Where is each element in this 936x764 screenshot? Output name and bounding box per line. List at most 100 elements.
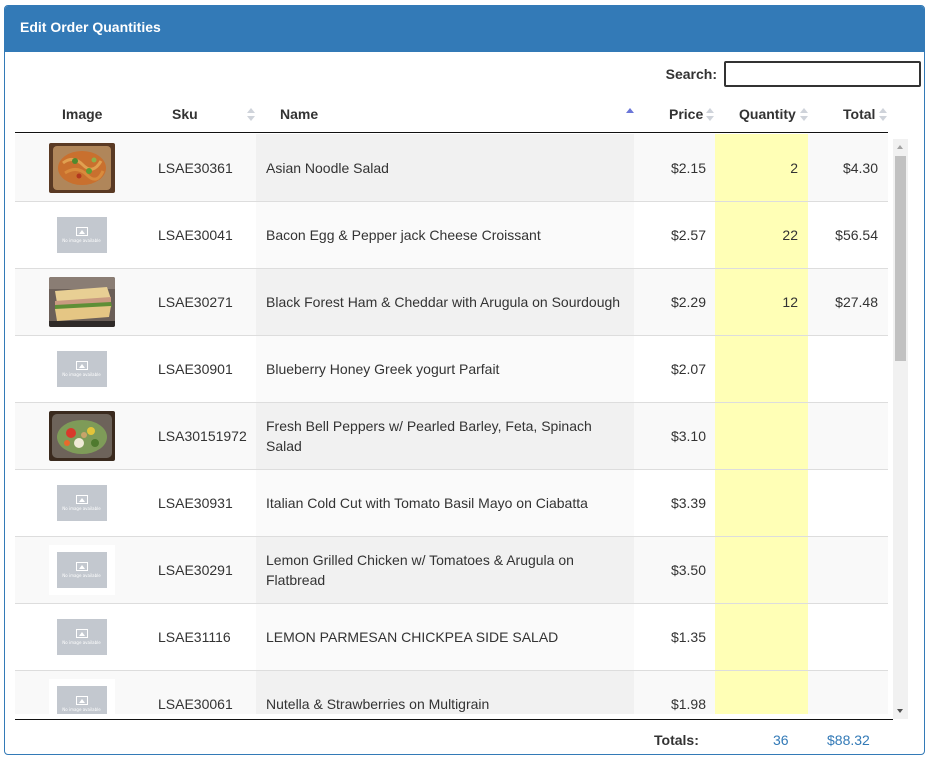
table-header: Image Sku Name Price Quantity Total [15, 95, 888, 133]
price-cell: $3.10 [670, 428, 706, 444]
panel-title: Edit Order Quantities [5, 6, 924, 52]
image-cell: No image available [15, 202, 148, 268]
quantity-cell[interactable]: 22 [715, 202, 808, 268]
name-cell: Nutella & Strawberries on Multigrain [256, 671, 634, 714]
name-cell: Italian Cold Cut with Tomato Basil Mayo … [256, 470, 634, 536]
no-image-placeholder: No image available [48, 679, 115, 714]
name-cell: Bacon Egg & Pepper jack Cheese Croissant [256, 202, 634, 268]
price-cell: $3.39 [670, 495, 706, 511]
image-placeholder-icon [75, 629, 88, 638]
no-image-text: No image available [62, 640, 101, 645]
search-bar: Search: [666, 61, 921, 87]
quantity-cell[interactable] [715, 336, 808, 402]
sku-cell: LSAE30061 [158, 696, 233, 712]
product-thumbnail [48, 277, 115, 327]
product-thumbnail [48, 142, 115, 193]
total-cell [808, 470, 888, 536]
scroll-down-arrow-icon[interactable] [897, 709, 903, 713]
image-placeholder-icon [75, 696, 88, 705]
price-sort-icon[interactable] [706, 108, 714, 122]
sku-sort-icon[interactable] [247, 108, 255, 122]
quantity-cell[interactable] [715, 537, 808, 603]
search-label: Search: [665, 66, 717, 82]
total-cell [808, 671, 888, 714]
sku-cell: LSAE31116 [158, 629, 231, 645]
image-cell [15, 269, 148, 335]
no-image-text: No image available [62, 238, 101, 243]
table-row: No image available LSAE30901 Blueberry Hon… [15, 335, 888, 402]
total-cell [808, 604, 888, 670]
image-cell [15, 134, 148, 201]
no-image-text: No image available [62, 506, 101, 511]
name-sort-ascending-icon[interactable] [626, 108, 634, 122]
scroll-up-arrow-icon[interactable] [897, 145, 903, 149]
column-header-quantity[interactable]: Quantity [739, 95, 796, 133]
price-cell: $2.15 [670, 159, 706, 176]
column-header-sku[interactable]: Sku [172, 95, 198, 133]
column-header-name[interactable]: Name [280, 95, 318, 133]
totals-amount: $88.32 [827, 732, 870, 748]
no-image-placeholder: No image available [48, 210, 115, 260]
scrollbar-thumb[interactable] [895, 156, 906, 361]
table-scrollbar[interactable] [893, 139, 908, 719]
quantity-sort-icon[interactable] [800, 108, 808, 122]
sku-cell: LSAE30361 [158, 159, 233, 176]
total-cell: $27.48 [835, 294, 878, 310]
quantity-cell[interactable]: 2 [715, 134, 808, 201]
sku-cell: LSAE30291 [158, 562, 233, 578]
total-cell [808, 336, 888, 402]
table-row: No image available LSAE30291 Lemon Grilled… [15, 536, 888, 603]
product-thumbnail [48, 411, 115, 461]
price-cell: $1.98 [670, 696, 706, 712]
table-row: No image available LSAE30041 Bacon Egg & P… [15, 201, 888, 268]
sku-cell: LSAE30041 [158, 227, 233, 243]
total-cell: $56.54 [835, 227, 878, 243]
image-cell: No image available [15, 671, 148, 714]
image-cell [15, 403, 148, 469]
table-row: LSAE30271 Black Forest Ham & Cheddar with… [15, 268, 888, 335]
name-cell: Lemon Grilled Chicken w/ Tomatoes & Arug… [256, 537, 634, 603]
totals-quantity: 36 [773, 732, 789, 748]
sku-cell: LSAE30271 [158, 294, 233, 310]
quantity-cell[interactable] [715, 470, 808, 536]
column-header-total[interactable]: Total [843, 95, 875, 133]
sku-cell: LSAE30931 [158, 495, 233, 511]
column-header-price[interactable]: Price [669, 95, 703, 133]
quantity-cell[interactable] [715, 403, 808, 469]
image-cell: No image available [15, 470, 148, 536]
price-cell: $2.07 [670, 361, 706, 377]
total-sort-icon[interactable] [879, 108, 887, 122]
image-cell: No image available [15, 604, 148, 670]
image-placeholder-icon [75, 562, 88, 571]
table-row: LSA30151972 Fresh Bell Peppers w/ Pearled… [15, 402, 888, 469]
name-cell: Fresh Bell Peppers w/ Pearled Barley, Fe… [256, 403, 634, 469]
image-placeholder-icon [75, 495, 88, 504]
sku-cell: LSA30151972 [158, 428, 247, 444]
table-footer-divider [15, 719, 893, 720]
table-row: No image available LSAE30931 Italian Cold … [15, 469, 888, 536]
image-cell: No image available [15, 336, 148, 402]
no-image-placeholder: No image available [48, 478, 115, 528]
no-image-placeholder: No image available [48, 612, 115, 662]
name-cell: Blueberry Honey Greek yogurt Parfait [256, 336, 634, 402]
quantity-cell[interactable] [715, 671, 808, 714]
image-placeholder-icon [75, 227, 88, 236]
image-cell: No image available [15, 537, 148, 603]
table-row: LSAE30361 Asian Noodle Salad $2.15 2 $4.30 [15, 134, 888, 201]
quantity-cell[interactable]: 12 [715, 269, 808, 335]
table-footer: Totals: 36 $88.32 [15, 727, 888, 753]
column-header-image: Image [62, 106, 103, 122]
total-cell [808, 537, 888, 603]
price-cell: $2.57 [670, 227, 706, 243]
no-image-text: No image available [62, 707, 101, 712]
search-input[interactable] [724, 61, 921, 87]
image-placeholder-icon [75, 361, 88, 370]
name-cell: Asian Noodle Salad [256, 134, 634, 201]
name-cell: LEMON PARMESAN CHICKPEA SIDE SALAD [256, 604, 634, 670]
quantity-cell[interactable] [715, 604, 808, 670]
no-image-placeholder: No image available [48, 344, 115, 394]
no-image-text: No image available [62, 372, 101, 377]
sku-cell: LSAE30901 [158, 361, 233, 377]
price-cell: $3.50 [670, 562, 706, 578]
totals-label: Totals: [654, 732, 699, 748]
